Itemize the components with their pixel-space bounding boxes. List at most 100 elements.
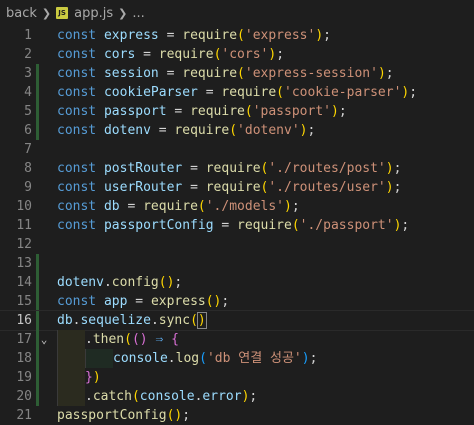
- code-token: ): [377, 66, 386, 81]
- line-number: 16: [16, 313, 32, 328]
- code-token: (: [244, 104, 253, 119]
- code-token: db: [57, 313, 73, 328]
- breadcrumb-folder[interactable]: back: [6, 6, 37, 21]
- code-line[interactable]: 19}): [0, 368, 474, 387]
- line-number: 10: [16, 199, 32, 214]
- code-token: ;: [174, 275, 183, 290]
- line-number: 6: [24, 123, 32, 138]
- line-number: 4: [24, 85, 32, 100]
- git-modified-indicator[interactable]: [36, 292, 39, 311]
- line-number: 1: [24, 28, 32, 43]
- line-number: 12: [16, 237, 32, 252]
- code-line[interactable]: 21 passportConfig();: [0, 406, 474, 425]
- indent-guide: [57, 330, 85, 349]
- git-modified-indicator[interactable]: [36, 83, 39, 102]
- code-editor[interactable]: 1 const express = require('express'); 2 con…: [0, 26, 474, 425]
- code-token: ;: [393, 180, 402, 195]
- code-token: ;: [291, 199, 300, 214]
- code-token: session: [103, 66, 159, 81]
- code-token: log: [175, 351, 200, 366]
- code-token: (): [205, 294, 222, 309]
- code-line[interactable]: 18 console.log('db 연결 성공');: [0, 349, 474, 368]
- code-token: const: [57, 218, 104, 233]
- code-token: 'db 연결 성공': [206, 351, 302, 366]
- code-token: require: [182, 28, 238, 43]
- code-token: .: [85, 332, 93, 347]
- code-line[interactable]: 15 const app = express();: [0, 292, 474, 311]
- code-token: =: [127, 294, 151, 309]
- line-number: 15: [16, 294, 32, 309]
- code-token: =: [150, 123, 175, 138]
- code-token: (): [131, 332, 148, 347]
- code-line[interactable]: 8 const postRouter = require('./routes/po…: [0, 159, 474, 178]
- code-token: =: [158, 66, 183, 81]
- code-token: ): [385, 161, 394, 176]
- code-token: ;: [307, 123, 316, 138]
- code-token: }: [85, 370, 93, 385]
- code-token: app: [103, 294, 128, 309]
- code-line[interactable]: 6 const dotenv = require('dotenv');: [0, 121, 474, 140]
- code-text: passportConfig();: [57, 406, 190, 425]
- code-token: ): [315, 28, 324, 43]
- code-token: const: [57, 294, 104, 309]
- code-token: (: [291, 218, 300, 233]
- git-modified-indicator[interactable]: [36, 121, 39, 140]
- code-line[interactable]: 10 const db = require('./models');: [0, 197, 474, 216]
- line-number: 18: [16, 351, 32, 366]
- fold-chevron-icon[interactable]: ⌄: [37, 330, 51, 349]
- code-line[interactable]: 12: [0, 235, 474, 254]
- code-line[interactable]: 14 dotenv.config();: [0, 273, 474, 292]
- code-line[interactable]: 3 const session = require('express-sessio…: [0, 64, 474, 83]
- git-modified-indicator[interactable]: [36, 254, 39, 273]
- code-token: .: [150, 313, 159, 328]
- code-token: =: [197, 85, 222, 100]
- code-line[interactable]: 9 const userRouter = require('./routes/us…: [0, 178, 474, 197]
- code-line[interactable]: 13: [0, 254, 474, 273]
- code-line[interactable]: 1 const express = require('express');: [0, 26, 474, 45]
- code-token: ): [92, 370, 101, 385]
- code-line[interactable]: 2 const cors = require('cors');: [0, 45, 474, 64]
- code-token: .: [85, 389, 93, 404]
- git-modified-indicator[interactable]: [36, 349, 39, 368]
- line-number: 2: [24, 47, 32, 62]
- code-token: ;: [338, 104, 347, 119]
- git-modified-indicator[interactable]: [36, 311, 39, 330]
- code-line[interactable]: 20 .catch(console.error);: [0, 387, 474, 406]
- code-line[interactable]: 5 const passport = require('passport');: [0, 102, 474, 121]
- code-token: ;: [323, 28, 331, 43]
- code-token: (: [124, 332, 132, 347]
- code-token: express: [150, 294, 206, 309]
- code-token: const: [57, 123, 104, 138]
- git-modified-indicator[interactable]: [36, 273, 39, 292]
- code-token: ): [301, 351, 310, 366]
- code-token: =: [119, 199, 144, 214]
- code-token: 'dotenv': [237, 123, 300, 138]
- code-text: const postRouter = require('./routes/pos…: [57, 159, 401, 178]
- code-token: const: [57, 199, 104, 214]
- code-token: 'express': [244, 28, 316, 43]
- indent-guide: [57, 349, 85, 368]
- git-modified-indicator[interactable]: [36, 387, 39, 406]
- code-token: './models': [205, 199, 285, 214]
- code-token: require: [205, 161, 261, 176]
- code-token: sequelize: [80, 313, 151, 328]
- code-token: 'cookie-parser': [284, 85, 402, 100]
- breadcrumb-ellipsis[interactable]: ...: [132, 6, 144, 21]
- code-token: then: [92, 332, 125, 347]
- code-token: console: [113, 351, 168, 366]
- code-line[interactable]: 16 db.sequelize.sync(): [0, 310, 474, 331]
- code-token: ;: [182, 408, 191, 423]
- git-modified-indicator[interactable]: [36, 64, 39, 83]
- git-modified-indicator[interactable]: [36, 368, 39, 387]
- code-line[interactable]: 4 const cookieParser = require('cookie-pa…: [0, 83, 474, 102]
- code-line[interactable]: 7: [0, 140, 474, 159]
- line-number: 5: [24, 104, 32, 119]
- code-token: ): [268, 47, 277, 62]
- git-modified-indicator[interactable]: [36, 102, 39, 121]
- line-number: 19: [16, 370, 32, 385]
- code-token: (: [229, 123, 238, 138]
- code-line[interactable]: 11 const passportConfig = require('./pass…: [0, 216, 474, 235]
- breadcrumb-file[interactable]: app.js: [74, 6, 113, 21]
- code-line[interactable]: 17 ⌄ .then(() ⇒ {: [0, 330, 474, 349]
